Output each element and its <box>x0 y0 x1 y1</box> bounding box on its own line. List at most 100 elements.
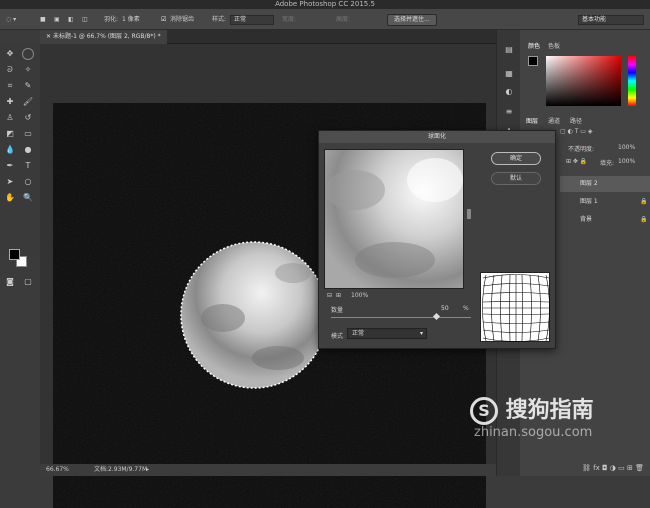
status-menu-arrow-icon[interactable]: ▸ <box>146 464 149 476</box>
cloud-shade <box>275 263 311 283</box>
layers-bottom-bar: ⛓ fx ◘ ◑ ▭ ⊞ 🗑 <box>520 460 650 476</box>
mode-select-value: 正常 <box>352 330 365 337</box>
marquee-tool-preset-icon[interactable]: ◌ ▾ <box>6 9 16 30</box>
hue-slider[interactable] <box>628 56 636 106</box>
layer-row-layer2[interactable]: 图层 2 <box>560 176 650 192</box>
spherize-dialog: 球面化 ⊟ ⊞ 100% 确定 默认 数量 50 % 模式 正常 ▾ <box>318 130 556 349</box>
zoom-tool-icon[interactable]: 🔍 <box>22 192 34 204</box>
layer-name: 背景 <box>580 216 593 223</box>
zoom-out-icon[interactable]: ⊟ <box>327 292 332 299</box>
reset-button[interactable]: 默认 <box>491 172 541 185</box>
select-and-mask-button[interactable]: 选择并遮住... <box>387 14 437 26</box>
preview-scroll-handle[interactable] <box>467 209 471 219</box>
pen-tool-icon[interactable]: ✒ <box>4 160 16 172</box>
adjustment-layer-icon[interactable]: ◑ <box>610 464 616 472</box>
layer-lock-icon: 🔒 <box>640 216 648 223</box>
preview-zoom-value: 100% <box>351 292 369 299</box>
document-size: 文档:2.93M/9.77M <box>94 466 148 473</box>
healing-brush-tool-icon[interactable]: ✚ <box>4 96 16 108</box>
amount-value[interactable]: 50 <box>441 305 449 312</box>
magic-wand-tool-icon[interactable]: ✧ <box>22 64 34 76</box>
crop-tool-icon[interactable]: ⌗ <box>4 80 16 92</box>
layers-tab[interactable]: 图层 <box>526 116 538 125</box>
hand-tool-icon[interactable]: ✋ <box>4 192 16 204</box>
status-bar: 66.67% 文档:2.93M/9.77M ▸ <box>40 464 496 476</box>
dodge-tool-icon[interactable]: ● <box>22 144 34 156</box>
link-layers-icon[interactable]: ⛓ <box>582 464 591 472</box>
adjustments-panel-icon[interactable]: ◐ <box>503 86 515 98</box>
document-tab-bar: ✕ 未标题-1 @ 66.7% (图层 2, RGB/8*) * <box>40 30 496 44</box>
foreground-color-swatch[interactable] <box>9 249 20 260</box>
lock-icons[interactable]: ⊞ ✥ 🔒 <box>566 158 587 165</box>
ellipse-shape-tool-icon[interactable]: ○ <box>22 176 34 188</box>
feather-value[interactable]: 1 像素 <box>122 9 140 30</box>
move-tool-icon[interactable]: ✥ <box>4 48 16 60</box>
distortion-grid-preview <box>480 272 550 342</box>
document-tab-title: 未标题-1 @ 66.7% (图层 2, RGB/8*) * <box>52 33 161 40</box>
quick-mask-icon[interactable]: ◙ <box>4 276 16 288</box>
document-tab[interactable]: ✕ 未标题-1 @ 66.7% (图层 2, RGB/8*) * <box>40 30 167 44</box>
history-panel-icon[interactable]: ▤ <box>503 44 515 56</box>
watermark-brand: 搜狗指南 <box>505 398 594 423</box>
type-tool-icon[interactable]: T <box>22 160 34 172</box>
gradient-tool-icon[interactable]: ▭ <box>22 128 34 140</box>
eraser-tool-icon[interactable]: ◩ <box>4 128 16 140</box>
color-picker-field[interactable] <box>546 56 621 106</box>
zoom-level[interactable]: 66.67% <box>46 464 69 476</box>
intersect-selection-icon[interactable]: ◫ <box>82 9 88 30</box>
window-title-bar: Adobe Photoshop CC 2015.5 <box>0 0 650 9</box>
amount-slider-thumb[interactable] <box>432 312 440 321</box>
swatches-tab[interactable]: 色板 <box>548 41 560 50</box>
close-tab-icon[interactable]: ✕ <box>46 33 53 40</box>
cloud-shade <box>201 304 245 332</box>
layer-filter-icons[interactable]: ▢ ◐ T ▭ ◈ <box>560 128 592 135</box>
ok-button[interactable]: 确定 <box>491 152 541 165</box>
eyedropper-tool-icon[interactable]: ✎ <box>22 80 34 92</box>
brush-settings-panel-icon[interactable]: ≡ <box>503 106 515 118</box>
layer-name: 图层 2 <box>580 180 598 187</box>
window-title: Adobe Photoshop CC 2015.5 <box>275 0 375 8</box>
color-tab[interactable]: 颜色 <box>528 41 540 50</box>
style-label: 样式: <box>212 16 227 23</box>
properties-panel-icon[interactable]: ▦ <box>503 68 515 80</box>
antialias-checkbox[interactable]: ☑ <box>161 9 166 30</box>
blur-tool-icon[interactable]: 💧 <box>4 144 16 156</box>
subtract-selection-icon[interactable]: ◧ <box>68 9 74 30</box>
new-layer-icon[interactable]: ⊞ <box>627 464 633 472</box>
distortion-grid <box>482 274 550 342</box>
fill-label: 填充: <box>600 160 615 167</box>
cloud-shade <box>252 346 304 370</box>
lasso-tool-icon[interactable]: ᘐ <box>4 64 16 76</box>
color-foreground-swatch[interactable] <box>528 56 538 66</box>
delete-layer-icon[interactable]: 🗑 <box>635 464 644 472</box>
add-selection-icon[interactable]: ▣ <box>54 9 60 30</box>
zoom-in-icon[interactable]: ⊞ <box>336 292 341 299</box>
brush-tool-icon[interactable]: 🖌 <box>22 96 34 108</box>
channels-tab[interactable]: 通道 <box>548 116 560 125</box>
history-brush-tool-icon[interactable]: ↺ <box>22 112 34 124</box>
layer-row-background[interactable]: 背景 🔒 <box>560 212 650 228</box>
fill-value[interactable]: 100% <box>618 158 635 165</box>
paths-tab[interactable]: 路径 <box>570 116 582 125</box>
options-bar: ◌ ▾ ■ ▣ ◧ ◫ 羽化: 1 像素 ☑ 消除锯齿 样式: 正常 宽度: 高… <box>0 9 650 30</box>
new-selection-icon[interactable]: ■ <box>40 9 46 30</box>
layer-lock-icon: 🔒 <box>640 198 648 205</box>
mode-select[interactable]: 正常 ▾ <box>347 328 427 339</box>
chevron-down-icon: ▾ <box>419 330 423 337</box>
sogou-watermark: S 搜狗指南 <box>470 392 594 425</box>
screen-mode-icon[interactable]: ▢ <box>22 276 34 288</box>
clone-stamp-tool-icon[interactable]: ♙ <box>4 112 16 124</box>
add-mask-icon[interactable]: ◘ <box>602 464 608 472</box>
layer-row-layer1[interactable]: 图层 1 🔒 <box>560 194 650 210</box>
style-select[interactable]: 正常 <box>230 15 274 25</box>
path-selection-tool-icon[interactable]: ➤ <box>4 176 16 188</box>
new-group-icon[interactable]: ▭ <box>618 464 625 472</box>
amount-slider-track[interactable] <box>331 317 471 318</box>
filter-preview[interactable] <box>324 149 464 289</box>
fx-icon[interactable]: fx <box>593 464 600 472</box>
width-label: 宽度: <box>282 16 297 23</box>
workspace-select[interactable]: 基本功能 <box>578 15 644 25</box>
opacity-value[interactable]: 100% <box>618 144 635 151</box>
elliptical-marquee-tool-icon[interactable] <box>22 48 34 60</box>
height-label: 高度: <box>336 16 351 23</box>
